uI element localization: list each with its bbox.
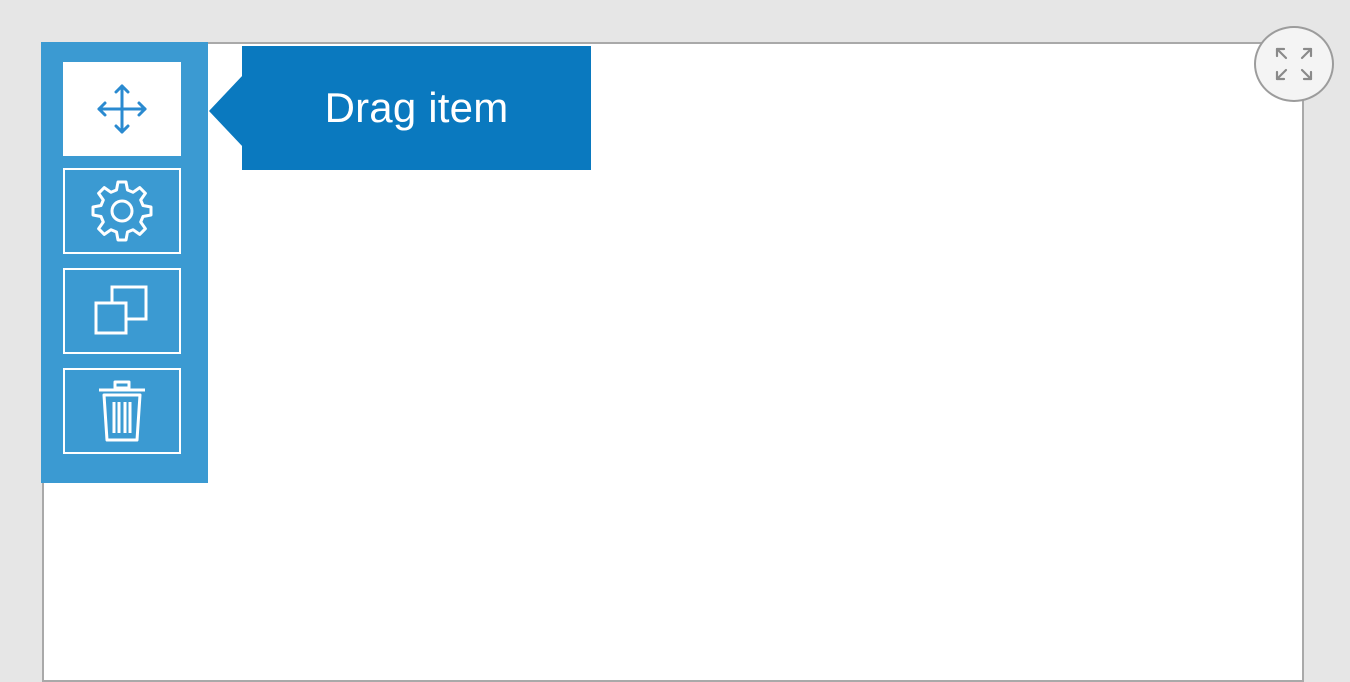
drag-item-button[interactable] [63,62,181,156]
move-arrows-icon [97,84,147,134]
expand-arrows-icon [1275,47,1313,81]
item-toolbar [41,42,208,483]
settings-button[interactable] [63,168,181,254]
duplicate-button[interactable] [63,268,181,354]
tooltip-arrow [209,75,243,147]
duplicate-icon [94,285,148,335]
tooltip-label: Drag item [324,84,509,131]
fullscreen-button[interactable] [1254,26,1334,102]
drag-item-tooltip: Drag item [242,46,591,170]
gear-icon [91,180,153,242]
trash-icon [99,380,145,442]
delete-button[interactable] [63,368,181,454]
